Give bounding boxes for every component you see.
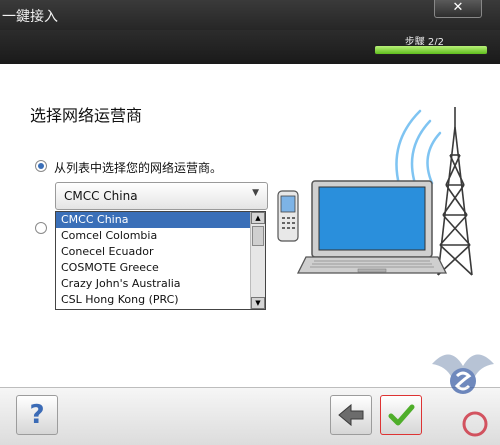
close-button[interactable]: ✕ [434, 0, 482, 18]
list-item[interactable]: COSMOTE Greece [56, 260, 265, 276]
finish-button[interactable] [380, 395, 422, 435]
list-scrollbar[interactable]: ▲ ▼ [250, 212, 265, 309]
checkmark-icon [388, 404, 415, 426]
radio-other-option[interactable] [35, 222, 47, 234]
radio-label-select-from-list: 从列表中选择您的网络运营商。 [54, 161, 223, 175]
help-icon: ? [29, 400, 45, 430]
back-arrow-icon [338, 403, 364, 427]
cell-tower-icon [437, 107, 473, 276]
list-item[interactable]: Conecel Ecuador [56, 244, 265, 260]
scroll-up-icon[interactable]: ▲ [251, 212, 265, 224]
scroll-down-icon[interactable]: ▼ [251, 297, 265, 309]
network-illustration [277, 107, 473, 276]
window-title: 一鍵接入 [2, 9, 58, 25]
list-item[interactable]: Crazy John's Australia [56, 276, 265, 292]
step-progress-fill [375, 46, 487, 54]
close-icon: ✕ [452, 0, 464, 15]
bottom-bar: ? [0, 387, 500, 445]
list-item[interactable]: CMCC China [56, 212, 265, 228]
carrier-dropdown-value: CMCC China [64, 189, 138, 203]
radio-select-from-list[interactable] [35, 160, 47, 172]
list-item[interactable]: CSL Hong Kong (PRC) [56, 292, 265, 308]
chevron-down-icon: ▼ [252, 188, 259, 198]
scroll-thumb[interactable] [252, 226, 264, 246]
page-heading: 选择网络运营商 [30, 106, 143, 125]
list-item[interactable]: Comcel Colombia [56, 228, 265, 244]
help-button[interactable]: ? [16, 395, 58, 435]
carrier-list[interactable]: CMCC China Comcel Colombia Conecel Ecuad… [55, 211, 266, 310]
step-bar: 步驟 2/2 [0, 30, 500, 64]
laptop-icon [296, 180, 448, 274]
title-bar: 一鍵接入 ✕ [0, 0, 500, 30]
carrier-dropdown[interactable]: CMCC China ▼ [55, 182, 268, 210]
step-progress-bar [374, 45, 488, 55]
back-button[interactable] [330, 395, 372, 435]
mobile-phone-icon [277, 190, 299, 242]
watermark-logo-icon [432, 354, 494, 437]
